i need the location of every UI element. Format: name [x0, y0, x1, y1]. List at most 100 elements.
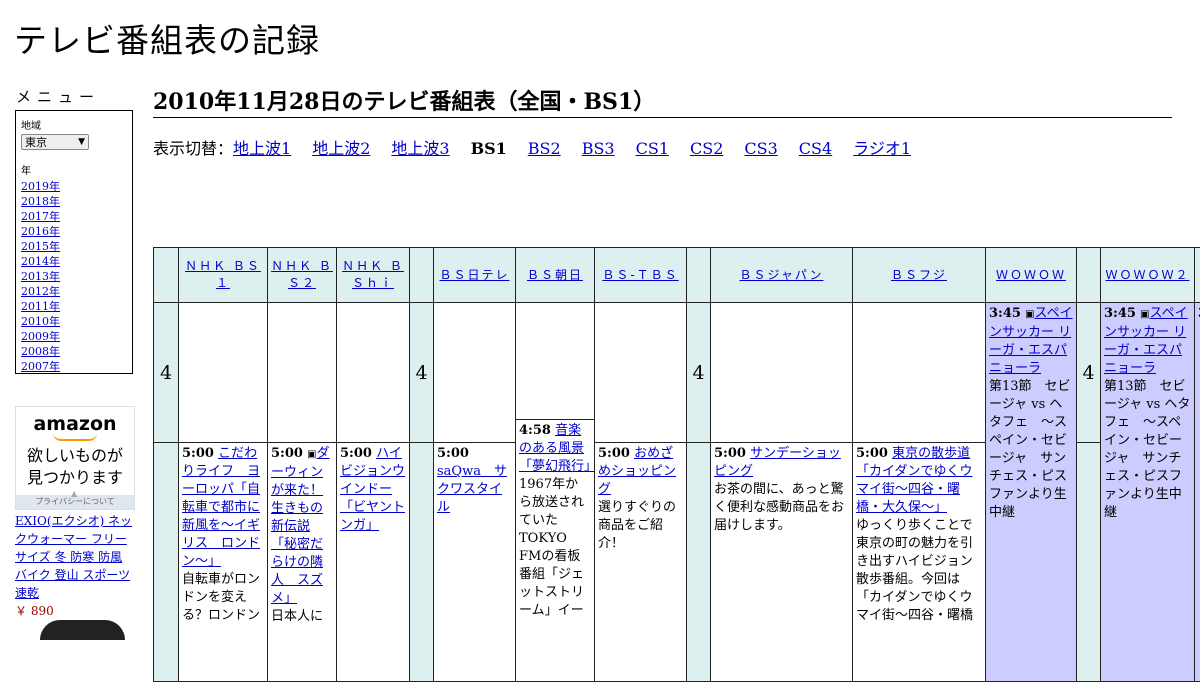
program-description: 1967年から放送されていたTOKYO FMの看板番組「ジェットストリーム」イー — [519, 477, 585, 618]
program-cell: 5:00 ハイビジョンウインドー「ビヤントンガ」 — [336, 442, 410, 682]
amazon-logo: amazon — [33, 413, 117, 435]
program-title-link[interactable]: saQwa サクワスタイル — [437, 464, 507, 515]
time-cell-4: 4 — [409, 302, 434, 443]
channel-link[interactable]: ＷＯＷＯＷ２ — [1105, 267, 1189, 284]
year-link[interactable]: 2015年 — [21, 240, 60, 253]
channel-header-bs-asahi[interactable]: ＢＳ朝日 — [515, 247, 595, 303]
channel-header-wowow2[interactable]: ＷＯＷＯＷ２ — [1100, 247, 1195, 303]
channel-link[interactable]: ＢＳ日テレ — [439, 267, 509, 284]
channel-link[interactable]: ＢＳジャパン — [739, 267, 823, 284]
program-cell: 5:00 saQwa サクワスタイル — [433, 442, 516, 682]
switcher-link[interactable]: ラジオ1 — [853, 139, 911, 158]
switcher-link[interactable]: BS2 — [528, 139, 561, 158]
channel-header-bs-fuji[interactable]: ＢＳフジ — [852, 247, 986, 303]
year-item: 2019年 — [21, 179, 127, 194]
channel-header-bs-nittele[interactable]: ＢＳ日テレ — [433, 247, 516, 303]
year-link[interactable]: 2018年 — [21, 195, 60, 208]
switcher-link[interactable]: 地上波3 — [391, 139, 449, 158]
site-title: テレビ番組表の記録 — [14, 21, 320, 60]
program-time: 5:00 — [182, 446, 214, 461]
switcher-link[interactable]: CS3 — [744, 139, 777, 158]
year-link[interactable]: 2013年 — [21, 270, 60, 283]
ad-copy-line2: 見つかります — [26, 468, 123, 487]
ad-privacy-bar[interactable]: ▲ プライバシーについて — [16, 489, 134, 509]
channel-header-bs-japan[interactable]: ＢＳジャパン — [710, 247, 853, 303]
time-header — [153, 247, 179, 303]
program-cell: 3 — [1194, 302, 1200, 682]
channel-header-next — [1194, 247, 1200, 303]
program-description: 自転車がロンドンを変える？ロンドン — [182, 572, 261, 623]
switcher-link[interactable]: BS3 — [582, 139, 615, 158]
time-header — [1076, 247, 1101, 303]
channel-header-wowow[interactable]: ＷＯＷＯＷ — [985, 247, 1077, 303]
program-time: 3:45 — [989, 306, 1021, 321]
program-cell: 5:00 ▣ダーウィンが来た！生きもの新伝説「秘密だらけの隣人 スズメ」 日本人… — [267, 442, 337, 682]
channel-link[interactable]: ＢＳ朝日 — [527, 267, 583, 284]
year-link[interactable]: 2008年 — [21, 345, 60, 358]
switcher-link[interactable]: 地上波1 — [233, 139, 291, 158]
channel-header-bs-tbs[interactable]: ＢＳ-ＴＢＳ — [594, 247, 687, 303]
collapse-arrow-icon[interactable]: ▲ — [71, 487, 77, 501]
year-item: 2013年 — [21, 269, 127, 284]
empty-slot — [336, 302, 410, 443]
program-time: 4:58 — [519, 423, 551, 438]
program-description: 選りすぐりの商品をご紹介！ — [598, 500, 677, 551]
year-link[interactable]: 2011年 — [21, 300, 60, 313]
tv-schedule-grid: ＮＨＫ ＢＳ１ ＮＨＫ ＢＳ２ ＮＨＫ ＢＳｈｉ ＢＳ日テレ ＢＳ朝日 ＢＳ-Ｔ… — [153, 247, 1200, 682]
empty-slot — [267, 302, 337, 443]
channel-link[interactable]: ＢＳ-ＴＢＳ — [602, 267, 678, 284]
data-broadcast-icon: ▣ — [1025, 309, 1035, 320]
program-title-link[interactable]: ダーウィンが来た！生きもの新伝説「秘密だらけの隣人 スズメ」 — [271, 446, 330, 606]
empty-slot — [852, 302, 986, 443]
time-cell-4: 4 — [153, 302, 179, 443]
channel-header-nhk-bshi[interactable]: ＮＨＫ ＢＳｈｉ — [336, 247, 410, 303]
time-header — [409, 247, 434, 303]
year-item: 2018年 — [21, 194, 127, 209]
channel-link[interactable]: ＮＨＫ ＢＳｈｉ — [337, 258, 409, 292]
year-item: 2007年 — [21, 359, 127, 374]
channel-header-nhk-bs1[interactable]: ＮＨＫ ＢＳ１ — [178, 247, 268, 303]
program-cell: 4:58 音楽のある風景「夢幻飛行」 1967年から放送されていたTOKYO F… — [515, 419, 595, 682]
program-description: 日本人に — [271, 609, 324, 624]
channel-header-nhk-bs2[interactable]: ＮＨＫ ＢＳ２ — [267, 247, 337, 303]
ad-copy: 欲しいものが 見つかります — [16, 445, 134, 489]
switcher-link[interactable]: CS4 — [799, 139, 832, 158]
time-cell-5 — [1076, 442, 1101, 682]
year-label: 年 — [21, 166, 31, 177]
channel-link[interactable]: ＮＨＫ ＢＳ２ — [268, 258, 336, 292]
ad-product-link[interactable]: EXIO(エクシオ) ネックウォーマー フリーサイズ 冬 防寒 防風 バイク 登… — [15, 514, 132, 600]
year-link[interactable]: 2007年 — [21, 360, 60, 373]
year-link[interactable]: 2009年 — [21, 330, 60, 343]
year-link[interactable]: 2017年 — [21, 210, 60, 223]
switcher-link[interactable]: CS1 — [636, 139, 669, 158]
year-item: 2010年 — [21, 314, 127, 329]
empty-slot — [594, 302, 687, 443]
program-description: 第13節 セビージャ vs ヘタフェ ～スペイン・セビージャ サンチェス・ピスフ… — [989, 379, 1071, 520]
data-broadcast-icon: ▣ — [307, 449, 317, 460]
year-link[interactable]: 2019年 — [21, 180, 60, 193]
year-link[interactable]: 2012年 — [21, 285, 60, 298]
switcher-link[interactable]: CS2 — [690, 139, 723, 158]
region-select[interactable]: 東京 ▼ — [21, 134, 89, 150]
channel-link[interactable]: ＢＳフジ — [891, 267, 947, 284]
ad-product-image[interactable] — [40, 620, 125, 640]
switcher-link[interactable]: 地上波2 — [312, 139, 370, 158]
year-link[interactable]: 2014年 — [21, 255, 60, 268]
time-header — [686, 247, 711, 303]
channel-link[interactable]: ＷＯＷＯＷ — [996, 267, 1066, 284]
year-item: 2014年 — [21, 254, 127, 269]
amazon-ad-banner[interactable]: amazon 欲しいものが 見つかります ▲ プライバシーについて — [15, 406, 135, 510]
program-time: 5:00 — [856, 446, 888, 461]
program-description: ゆっくり歩くことで東京の町の魅力を引き出すハイビジョン散歩番組。今回は「カイダン… — [856, 518, 974, 623]
year-link[interactable]: 2010年 — [21, 315, 60, 328]
year-link[interactable]: 2016年 — [21, 225, 60, 238]
program-time: 5:00 — [340, 446, 372, 461]
program-title-link[interactable]: こだわりライフ ヨーロッパ「自転車で都市に新風を～イギリス ロンドン～」 — [182, 446, 260, 569]
menu-panel: 地域 東京 ▼ 年 2019年 2018年 2017年 2016年 2015年 2014年… — [15, 110, 133, 374]
year-item: 2012年 — [21, 284, 127, 299]
data-broadcast-icon: ▣ — [1140, 309, 1150, 320]
empty-slot — [710, 302, 853, 443]
channel-link[interactable]: ＮＨＫ ＢＳ１ — [179, 258, 267, 292]
program-cell: 5:00 こだわりライフ ヨーロッパ「自転車で都市に新風を～イギリス ロンドン～… — [178, 442, 268, 682]
year-item: 2015年 — [21, 239, 127, 254]
